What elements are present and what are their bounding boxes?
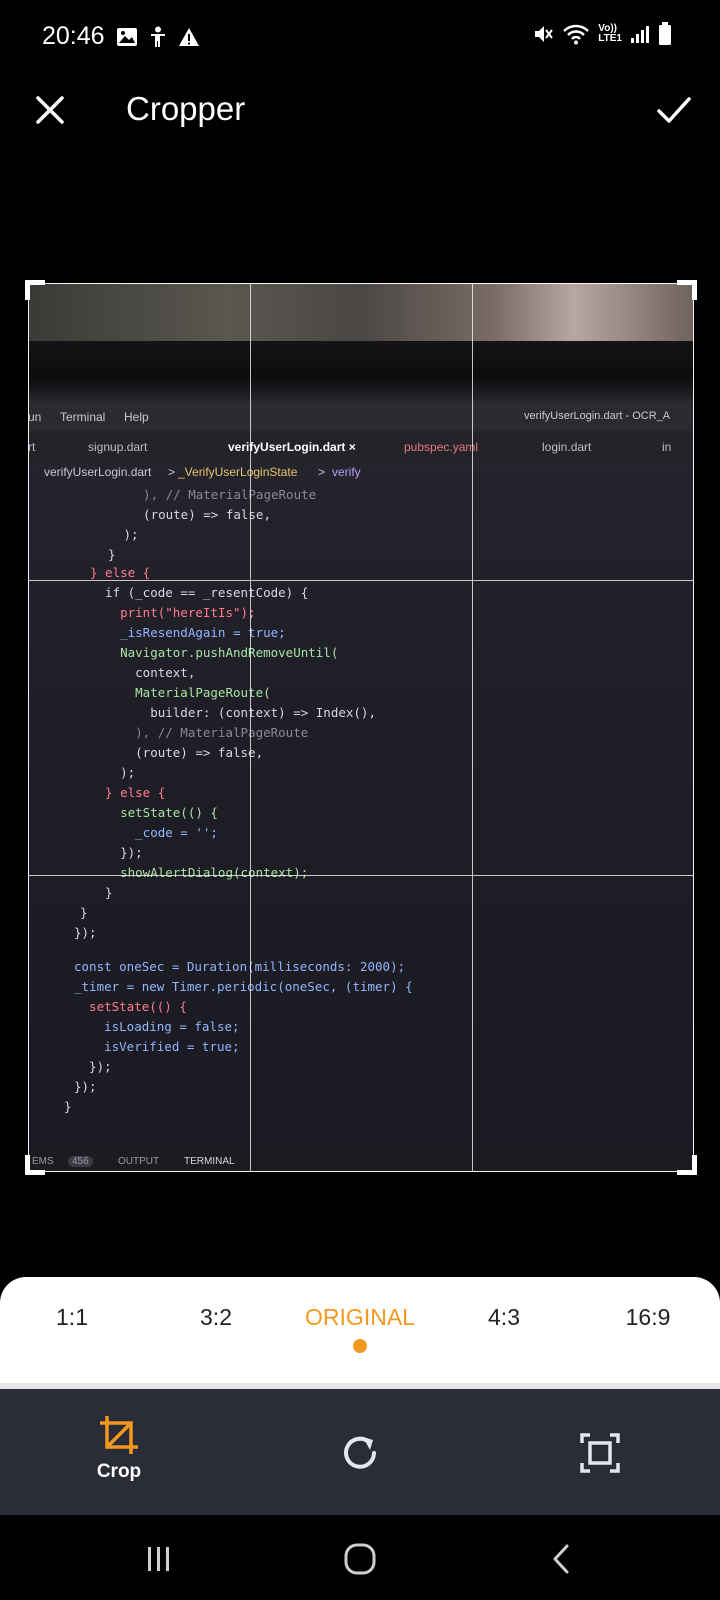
close-icon (36, 96, 64, 124)
aspect-ratio-panel: 1:1 3:2 ORIGINAL 4:3 16:9 (0, 1277, 720, 1389)
code-line: } (90, 885, 113, 900)
photo-panel-tab: OUTPUT (118, 1156, 160, 1167)
system-nav-bar (0, 1515, 720, 1600)
battery-icon (659, 22, 671, 45)
ratio-option-16-9[interactable]: 16:9 (626, 1304, 671, 1331)
code-line: print("hereItIs"); (90, 605, 256, 620)
tool-bar: Crop (0, 1389, 720, 1515)
code-line: isVerified = true; (74, 1039, 240, 1054)
photo-window-title: verifyUserLogin.dart - OCR_A (524, 410, 671, 422)
code-line: const oneSec = Duration(milliseconds: 20… (74, 959, 406, 974)
home-icon (344, 1543, 376, 1575)
lte-text: LTE1 (598, 33, 622, 44)
wifi-icon (563, 24, 590, 45)
ratio-option-4-3[interactable]: 4:3 (488, 1304, 520, 1331)
back-icon (553, 1544, 569, 1574)
home-button[interactable] (340, 1539, 380, 1579)
ratio-option-1-1[interactable]: 1:1 (56, 1304, 88, 1331)
code-line: } (108, 547, 116, 562)
code-line: MaterialPageRoute( (90, 685, 271, 700)
photo-crumb: _VerifyUserLoginState (178, 465, 298, 479)
photo-tab: rt (28, 440, 36, 454)
confirm-button[interactable] (654, 90, 694, 130)
code-line: }); (74, 925, 97, 940)
photo-panel-tab: EMS (32, 1156, 54, 1167)
code-line: if (_code == _resentCode) { (90, 585, 309, 600)
code-line: builder: (context) => Index(), (90, 705, 376, 720)
code-line: } (80, 905, 88, 920)
warning-icon (179, 28, 199, 46)
ratio-option-3-2[interactable]: 3:2 (200, 1304, 232, 1331)
photo-menu-item: Help (124, 410, 149, 424)
code-line: ), // MaterialPageRoute (90, 725, 309, 740)
crop-image[interactable]: un Terminal Help verifyUserLogin.dart - … (28, 283, 694, 1172)
photo-laptop-screen: un Terminal Help verifyUserLogin.dart - … (28, 401, 694, 1172)
photo-menubar: un Terminal Help verifyUserLogin.dart - … (28, 401, 694, 431)
page-title: Cropper (126, 90, 246, 127)
code-line: ); (90, 765, 136, 780)
code-line: context, (90, 665, 196, 680)
status-time: 20:46 (42, 22, 105, 50)
photo-tab: signup.dart (88, 440, 148, 454)
code-line: _code = ''; (90, 825, 218, 840)
photo-crumb: > (168, 465, 176, 479)
code-line: ); (116, 527, 139, 542)
photo-menu-item: Terminal (60, 410, 106, 424)
photo-laptop-bezel (28, 341, 694, 401)
code-line: }); (74, 1059, 112, 1074)
code-line: }); (74, 1079, 97, 1094)
crop-tool-label: Crop (96, 1461, 142, 1482)
fit-screen-button[interactable] (576, 1429, 624, 1477)
active-ratio-indicator (353, 1339, 367, 1353)
volte-indicator: Vo)) LTE1 (598, 24, 622, 44)
rotate-icon (344, 1436, 376, 1469)
code-line: } else { (90, 785, 166, 800)
crop-icon (100, 1416, 138, 1454)
photo-tabs: rt signup.dart verifyUserLogin.dart × pu… (28, 431, 694, 461)
ratio-option-original[interactable]: ORIGINAL (305, 1304, 415, 1331)
rotate-button[interactable] (336, 1429, 384, 1477)
mute-icon (535, 26, 554, 42)
code-line: setState(() { (90, 805, 218, 820)
code-line: (route) => false, (128, 507, 271, 522)
app-header: Cropper (0, 72, 720, 148)
photo-crumb: > (318, 465, 326, 479)
accessibility-icon (151, 26, 165, 47)
code-line: }); (90, 845, 143, 860)
signal-icon (631, 26, 649, 43)
recents-button[interactable] (138, 1539, 178, 1579)
photo-tab: in (662, 440, 672, 454)
photo-panel-tabs: EMS 456 OUTPUT TERMINAL (28, 1150, 694, 1172)
code-line: _isResendAgain = true; (90, 625, 286, 640)
photo-panel-badge: 456 (68, 1156, 93, 1167)
code-line: (route) => false, (90, 745, 264, 760)
code-line: } else { (90, 565, 151, 580)
crop-tool-button[interactable]: Crop (86, 1413, 152, 1483)
photo-menu-item: un (28, 410, 42, 424)
recents-icon (148, 1547, 169, 1571)
photo-breadcrumb: verifyUserLogin.dart > _VerifyUserLoginS… (28, 461, 694, 483)
code-line: showAlertDialog(context); (90, 865, 309, 880)
code-line: isLoading = false; (74, 1019, 240, 1034)
photo-tab: pubspec.yaml (404, 440, 479, 454)
photo-panel-tab: TERMINAL (184, 1156, 235, 1167)
photo-tab: login.dart (542, 440, 592, 454)
check-icon (657, 97, 691, 123)
code-line: Navigator.pushAndRemoveUntil( (90, 645, 339, 660)
image-icon (117, 28, 137, 46)
photo-crumb: verify (332, 465, 361, 479)
code-line: } (64, 1099, 72, 1114)
code-line: _timer = new Timer.periodic(oneSec, (tim… (74, 979, 413, 994)
status-left-icons (116, 26, 200, 48)
status-right-icons: Vo)) LTE1 (532, 22, 672, 46)
status-bar: 20:46 Vo)) LTE1 (0, 0, 720, 72)
back-button[interactable] (542, 1539, 582, 1579)
close-button[interactable] (30, 90, 70, 130)
photo-tab: verifyUserLogin.dart × (228, 440, 356, 454)
fit-screen-icon (580, 1433, 620, 1473)
code-line: ), // MaterialPageRoute (128, 487, 317, 502)
code-line: setState(() { (74, 999, 187, 1014)
photo-crumb: verifyUserLogin.dart (44, 465, 152, 479)
